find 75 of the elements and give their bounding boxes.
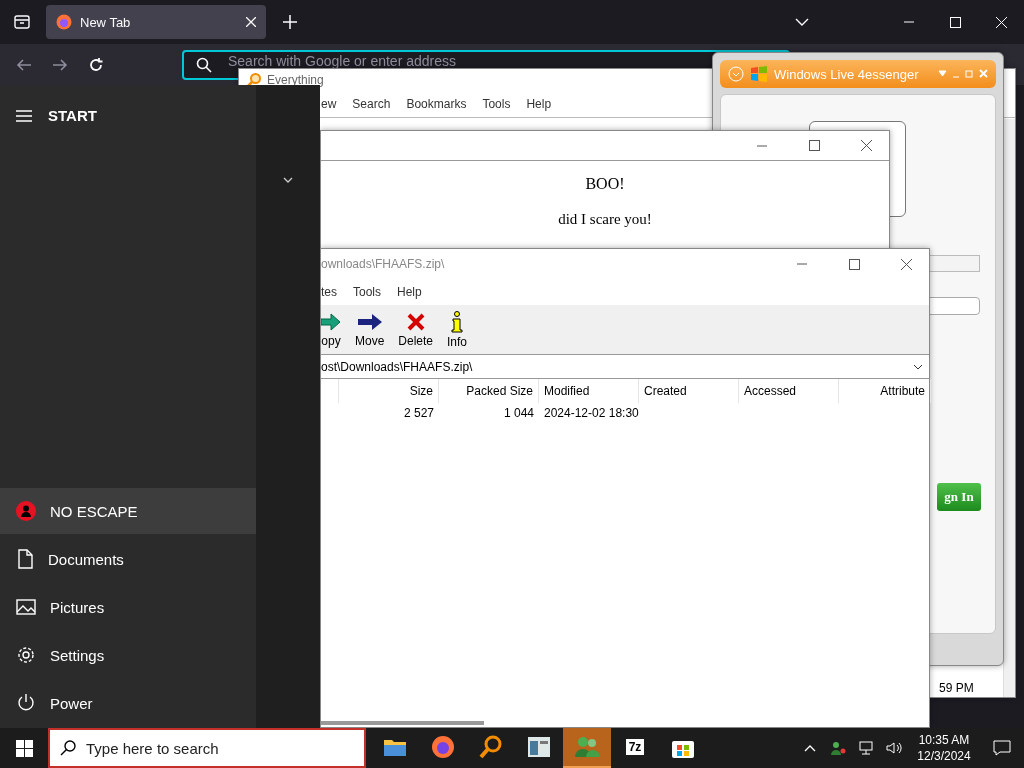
toolbar-button[interactable]: Move	[355, 311, 385, 348]
start-title: START	[48, 107, 97, 124]
path-field[interactable]: ost\Downloads\FHAAFS.zip\	[321, 355, 929, 379]
document-icon	[16, 549, 34, 569]
arrow-icon	[356, 311, 383, 332]
start-menu-item[interactable]: Settings	[0, 632, 256, 678]
column-header[interactable]: Created	[639, 379, 739, 403]
power-icon	[16, 693, 36, 713]
magnifier-icon	[247, 73, 261, 87]
menu-item[interactable]: tes	[321, 285, 337, 299]
settings-icon	[16, 645, 36, 665]
column-header[interactable]: Accessed	[739, 379, 839, 403]
message-text: did I scare you!	[557, 211, 653, 228]
chevron-down-icon[interactable]	[283, 177, 293, 183]
menu-icon	[728, 66, 744, 82]
folder-icon	[384, 738, 406, 756]
info-icon	[451, 310, 464, 333]
table-cell-text: 2 527	[402, 405, 435, 422]
window-title: ownloads\FHAAFS.zip\	[321, 257, 446, 271]
start-menu-item[interactable]: Pictures	[0, 584, 256, 630]
delete-icon	[405, 311, 426, 332]
network-icon[interactable]	[858, 741, 874, 755]
list-cell: 59 PM	[939, 681, 974, 695]
table-cell-text: 2024-12-02 18:30	[543, 405, 639, 422]
flag-logo-icon	[750, 66, 768, 82]
close-icon[interactable]	[860, 140, 872, 151]
arrow-icon	[321, 311, 341, 332]
search-icon	[196, 56, 212, 73]
menu-item[interactable]: Bookmarks	[406, 97, 467, 111]
close-icon[interactable]	[900, 258, 912, 270]
menu-item[interactable]: Tools	[353, 285, 382, 299]
messenger-icon	[574, 736, 600, 758]
picture-icon	[16, 599, 36, 615]
zip-app-icon: 7z	[625, 739, 645, 755]
window-icon	[528, 737, 550, 757]
toolbar-button[interactable]: Delete	[398, 311, 434, 348]
message-heading: BOO!	[584, 175, 626, 193]
start-menu-item[interactable]: Power	[0, 680, 256, 726]
user-avatar-icon	[16, 501, 36, 521]
taskbar-clock[interactable]: 10:35 AM 12/3/2024	[908, 732, 980, 764]
menu-item[interactable]: Search	[352, 97, 391, 111]
notification-icon[interactable]	[993, 740, 1011, 756]
plus-icon[interactable]	[283, 15, 297, 29]
people-tray-icon[interactable]	[830, 741, 846, 755]
column-header[interactable]: Modified	[539, 379, 639, 403]
magnifier-icon	[479, 735, 503, 759]
toolbar-button[interactable]: Info	[447, 310, 468, 349]
tab-list-icon[interactable]	[14, 14, 30, 30]
scrollbar-thumb[interactable]	[321, 721, 484, 725]
start-menu-item[interactable]: Documents	[0, 536, 256, 582]
chevron-up-icon[interactable]	[804, 744, 816, 752]
toolbar-button[interactable]: opy	[321, 311, 341, 348]
maximize-icon[interactable]	[808, 140, 820, 151]
tab-title: New Tab	[80, 14, 132, 30]
start-menu-item[interactable]: NO ESCAPE	[0, 488, 256, 534]
menu-item[interactable]: Tools	[482, 97, 511, 111]
table-cell-text: 1 044	[502, 405, 535, 422]
column-header[interactable]: Attribute	[839, 379, 931, 403]
taskbar-search-field[interactable]: Type here to search	[48, 728, 366, 768]
menu-item[interactable]: ew	[321, 97, 337, 111]
volume-icon[interactable]	[886, 741, 902, 755]
chevron-down-icon	[913, 363, 923, 370]
search-icon	[60, 740, 76, 756]
menu-item[interactable]: Help	[397, 285, 422, 299]
browser-tab[interactable]: New Tab	[46, 5, 266, 39]
reload-icon[interactable]	[88, 56, 104, 73]
column-header[interactable]: Size	[339, 379, 439, 403]
browser-icon	[431, 735, 455, 759]
windows-logo-icon[interactable]	[15, 739, 33, 757]
browser-icon	[56, 14, 72, 30]
taskbar-app[interactable]: 7z	[611, 728, 659, 768]
menu-icon[interactable]	[16, 109, 32, 122]
menu-item[interactable]: Help	[526, 97, 552, 111]
column-header[interactable]: Packed Size	[439, 379, 539, 403]
maximize-icon[interactable]	[848, 258, 860, 270]
